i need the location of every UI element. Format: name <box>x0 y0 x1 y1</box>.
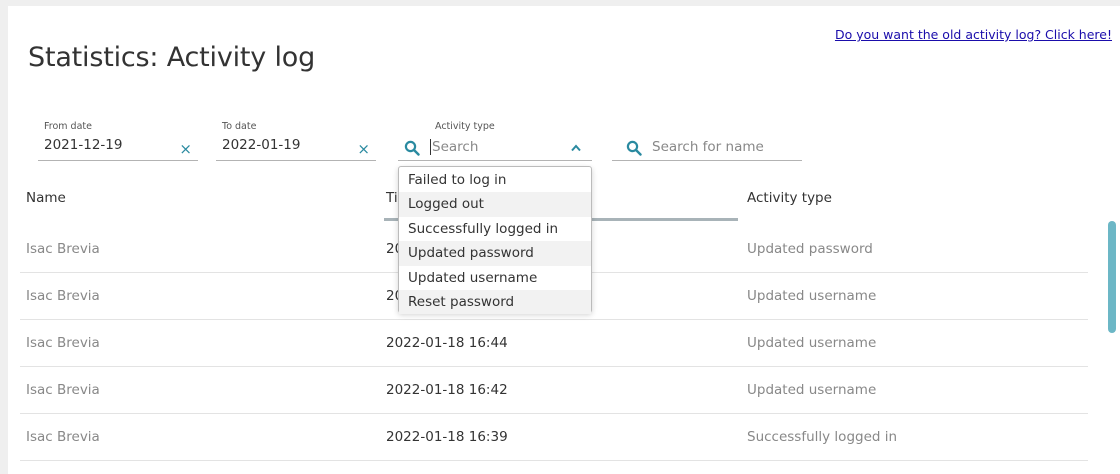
dropdown-option[interactable]: Successfully logged in <box>399 217 591 241</box>
table-row[interactable]: Isac Brevia 2022-01-18 16:39 Successfull… <box>20 414 1088 461</box>
from-date-value[interactable]: 2021-12-19 <box>44 137 122 153</box>
clear-from-date-icon[interactable]: × <box>179 140 192 158</box>
dropdown-option[interactable]: Updated password <box>399 241 591 266</box>
activity-log-panel: Do you want the old activity log? Click … <box>8 6 1120 474</box>
activity-type-label: Activity type <box>435 121 495 132</box>
dropdown-option[interactable]: Reset password <box>399 289 591 315</box>
cell-name: Isac Brevia <box>26 335 100 351</box>
old-activity-log-link[interactable]: Do you want the old activity log? Click … <box>835 27 1112 42</box>
activity-type-search-input[interactable]: Search <box>430 139 478 155</box>
cell-activity: Updated username <box>747 382 877 398</box>
activity-type-select[interactable]: Activity type Search <box>398 118 592 161</box>
column-header-time[interactable]: Ti <box>386 190 398 206</box>
table-row[interactable]: Isac Brevia 2022-01-18 16:42 Updated use… <box>20 367 1088 414</box>
cell-time: 2022-01-18 16:39 <box>386 429 508 445</box>
from-date-label: From date <box>44 121 92 132</box>
cell-name: Isac Brevia <box>26 429 100 445</box>
table-scrollbar[interactable] <box>1108 221 1116 474</box>
dropdown-option[interactable]: Failed to log in <box>399 168 591 192</box>
cell-name: Isac Brevia <box>26 288 100 304</box>
dropdown-option[interactable]: Logged out <box>399 192 591 217</box>
chevron-up-icon[interactable] <box>570 142 582 154</box>
clear-to-date-icon[interactable]: × <box>357 140 370 158</box>
dropdown-option[interactable]: Updated username <box>399 266 591 290</box>
cell-name: Isac Brevia <box>26 241 100 257</box>
to-date-label: To date <box>222 121 257 132</box>
name-search-input[interactable]: Search for name <box>652 139 764 155</box>
cell-name: Isac Brevia <box>26 382 100 398</box>
search-icon <box>404 140 420 156</box>
activity-type-dropdown-menu: Failed to log in Logged out Successfully… <box>398 166 592 315</box>
table-row[interactable]: Isac Brevia 2022-01-18 16:44 Updated use… <box>20 320 1088 367</box>
column-header-name[interactable]: Name <box>26 190 66 206</box>
cell-activity: Successfully logged in <box>747 429 898 445</box>
cell-activity: Updated password <box>747 241 873 257</box>
cell-activity: Updated username <box>747 335 877 351</box>
search-icon <box>626 140 642 156</box>
to-date-field[interactable]: To date 2022-01-19 × <box>216 118 376 161</box>
name-search-field[interactable]: Search for name <box>612 118 802 161</box>
cell-activity: Updated username <box>747 288 877 304</box>
scrollbar-thumb[interactable] <box>1108 221 1116 333</box>
from-date-field[interactable]: From date 2021-12-19 × <box>38 118 198 161</box>
cell-time: 2022-01-18 16:42 <box>386 382 508 398</box>
column-header-activity-type[interactable]: Activity type <box>747 190 832 206</box>
page-title: Statistics: Activity log <box>28 42 316 73</box>
to-date-value[interactable]: 2022-01-19 <box>222 137 300 153</box>
cell-time: 2022-01-18 16:44 <box>386 335 508 351</box>
